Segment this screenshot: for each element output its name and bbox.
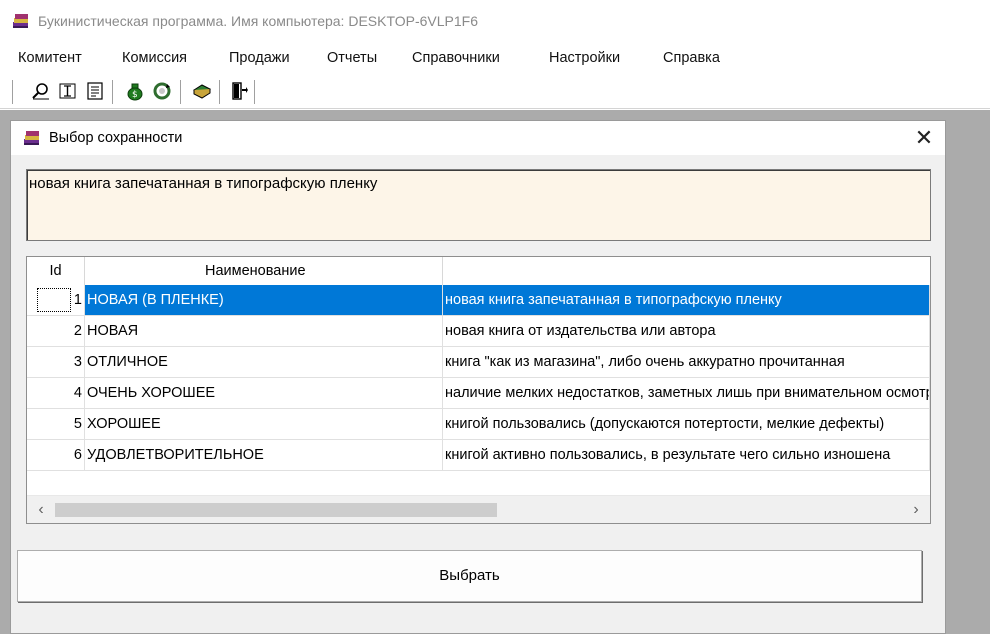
svg-text:$: $ <box>132 90 138 100</box>
cell-name[interactable]: ОЧЕНЬ ХОРОШЕЕ <box>85 378 443 409</box>
table-row[interactable]: 6 УДОВЛЕТВОРИТЕЛЬНОЕ книгой активно поль… <box>27 440 930 471</box>
menu-komitent[interactable]: Комитент <box>18 50 82 66</box>
toolbar-divider <box>0 108 990 109</box>
toolbar-separator <box>180 80 184 104</box>
menu-prodazhi[interactable]: Продажи <box>229 50 290 66</box>
column-header-description[interactable] <box>443 257 930 285</box>
cell-id[interactable]: 3 <box>37 347 85 378</box>
cell-id[interactable]: 4 <box>37 378 85 409</box>
column-header-name[interactable]: Наименование <box>85 257 443 285</box>
cell-description[interactable]: книга "как из магазина", либо очень акку… <box>443 347 930 378</box>
table-row[interactable]: 3 ОТЛИЧНОЕ книга "как из магазина", либо… <box>27 347 930 378</box>
cell-focus-rect <box>37 288 71 312</box>
column-header-id[interactable]: Id <box>27 257 85 285</box>
scroll-right-icon[interactable]: › <box>906 500 926 520</box>
cell-id[interactable]: 5 <box>37 409 85 440</box>
cell-name[interactable]: НОВАЯ <box>85 316 443 347</box>
toolbar-separator <box>219 80 223 104</box>
cell-description[interactable]: новая книга от издательства или автора <box>443 316 930 347</box>
cell-id[interactable]: 2 <box>37 316 85 347</box>
menu-spravka[interactable]: Справка <box>663 50 720 66</box>
cell-name[interactable]: ОТЛИЧНОЕ <box>85 347 443 378</box>
refresh-icon[interactable] <box>151 80 173 102</box>
cell-description[interactable]: книгой пользовались (допускаются потерто… <box>443 409 930 440</box>
app-title: Букинистическая программа. Имя компьютер… <box>38 13 479 29</box>
cell-name[interactable]: НОВАЯ (В ПЛЕНКЕ) <box>85 285 443 316</box>
condition-grid[interactable]: Id Наименование 1 НОВАЯ (В ПЛЕНКЕ) новая… <box>26 256 931 524</box>
scrollbar-thumb[interactable] <box>55 503 497 517</box>
book-icon[interactable] <box>191 80 213 102</box>
toolbar-grip <box>12 80 16 104</box>
menu-nastroiki[interactable]: Настройки <box>549 50 620 66</box>
select-button[interactable]: Выбрать <box>17 550 922 602</box>
table-row[interactable]: 2 НОВАЯ новая книга от издательства или … <box>27 316 930 347</box>
grid-header: Id Наименование <box>27 257 930 285</box>
table-row[interactable]: 4 ОЧЕНЬ ХОРОШЕЕ наличие мелких недостатк… <box>27 378 930 409</box>
description-text: новая книга запечатанная в типографскую … <box>29 175 378 192</box>
menu-komissiya[interactable]: Комиссия <box>122 50 187 66</box>
toolbar <box>0 76 990 108</box>
dialog-title: Выбор сохранности <box>49 130 183 146</box>
text-cursor-icon[interactable] <box>57 80 79 102</box>
toolbar-separator <box>112 80 116 104</box>
description-memo[interactable]: новая книга запечатанная в типографскую … <box>26 169 931 241</box>
exit-door-icon[interactable] <box>228 80 250 102</box>
dialog-titlebar[interactable]: Выбор сохранности ✕ <box>11 121 945 155</box>
cell-description[interactable]: книгой активно пользовались, в результат… <box>443 440 930 471</box>
money-bag-icon[interactable]: $ <box>124 80 146 102</box>
cell-name[interactable]: УДОВЛЕТВОРИТЕЛЬНОЕ <box>85 440 443 471</box>
cell-name[interactable]: ХОРОШЕЕ <box>85 409 443 440</box>
book-stack-icon <box>23 130 41 146</box>
close-icon[interactable]: ✕ <box>911 125 937 151</box>
document-icon[interactable] <box>84 80 106 102</box>
table-row[interactable]: 5 ХОРОШЕЕ книгой пользовались (допускают… <box>27 409 930 440</box>
table-row[interactable]: 1 НОВАЯ (В ПЛЕНКЕ) новая книга запечатан… <box>27 285 930 316</box>
cell-id[interactable]: 6 <box>37 440 85 471</box>
app-titlebar: Букинистическая программа. Имя компьютер… <box>0 0 990 38</box>
cell-description[interactable]: новая книга запечатанная в типографскую … <box>443 285 930 316</box>
toolbar-separator <box>254 80 258 104</box>
book-stack-icon <box>12 13 30 29</box>
search-icon[interactable] <box>30 80 52 102</box>
menu-otchety[interactable]: Отчеты <box>327 50 377 66</box>
scroll-left-icon[interactable]: ‹ <box>31 500 51 520</box>
cell-description[interactable]: наличие мелких недостатков, заметных лиш… <box>443 378 930 409</box>
horizontal-scrollbar[interactable]: ‹ › <box>27 495 930 523</box>
menu-spravochniki[interactable]: Справочники <box>412 50 500 66</box>
condition-select-dialog: Выбор сохранности ✕ новая книга запечата… <box>10 120 946 634</box>
